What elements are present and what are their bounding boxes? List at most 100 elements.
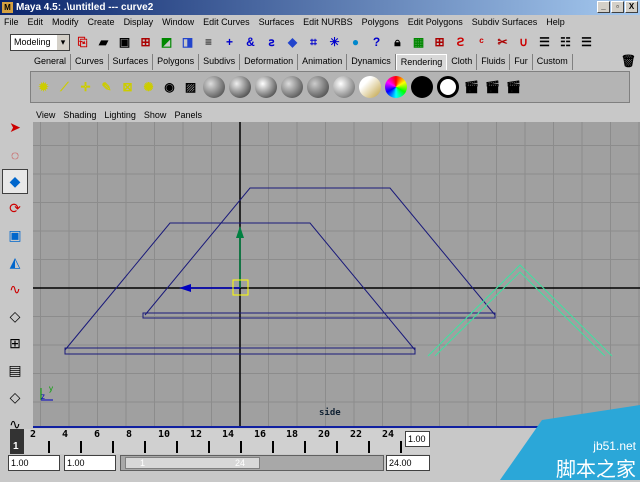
lasso-tool-icon[interactable]: ◌ (2, 142, 28, 167)
menu-help[interactable]: Help (546, 15, 565, 30)
snap-view-icon[interactable]: ◆ (284, 34, 301, 51)
snap-point-icon[interactable]: + (221, 34, 238, 51)
light-icon[interactable]: ✳ (326, 34, 343, 51)
single-view-icon[interactable]: ◇ (2, 304, 28, 329)
snap-curve-icon[interactable]: & (242, 34, 259, 51)
side-viewport[interactable]: y z side (33, 122, 640, 428)
playback-end-field[interactable]: 24.00 (386, 455, 430, 471)
snap-surface-icon[interactable]: ꙅ (263, 34, 280, 51)
lambert-ball-icon[interactable] (203, 76, 225, 98)
directional-light-icon[interactable]: ⟋ (56, 79, 73, 96)
phonge-ball-icon[interactable] (281, 76, 303, 98)
snap-grid-icon[interactable]: ≡ (200, 34, 217, 51)
graph-layout-icon[interactable]: ◇ (2, 385, 28, 410)
tab-fur[interactable]: Fur (510, 54, 533, 70)
tab-polygons[interactable]: Polygons (153, 54, 200, 70)
menu-surfaces[interactable]: Surfaces (259, 15, 295, 30)
ambient-light-icon[interactable]: ✹ (35, 79, 52, 96)
camera-icon[interactable]: ◉ (161, 79, 178, 96)
move-tool-icon[interactable]: ◆ (2, 169, 28, 194)
tab-rendering[interactable]: Rendering (395, 54, 448, 70)
select-tool-icon[interactable]: ➤ (2, 115, 28, 140)
start-time-field[interactable]: 1.00 (8, 455, 60, 471)
hypershade-shelf-icon[interactable]: ▨ (182, 79, 199, 96)
menu-polygons[interactable]: Polygons (362, 15, 399, 30)
menu-subdiv-surfaces[interactable]: Subdiv Surfaces (472, 15, 538, 30)
menu-window[interactable]: Window (162, 15, 194, 30)
area-light-icon[interactable]: ⊠ (119, 79, 136, 96)
layered-ball-icon[interactable] (333, 76, 355, 98)
menu-modify[interactable]: Modify (52, 15, 79, 30)
panel-menu-lighting[interactable]: Lighting (104, 108, 136, 122)
tab-subdivs[interactable]: Subdivs (199, 54, 241, 70)
use-background-icon[interactable] (437, 76, 459, 98)
current-time-field[interactable]: 1.00 (405, 431, 430, 447)
move-manipulator[interactable] (179, 226, 249, 296)
tab-fluids[interactable]: Fluids (477, 54, 511, 70)
anisotropic-ball-icon[interactable] (307, 76, 329, 98)
range-slider-handle[interactable]: 1 24 (125, 457, 260, 469)
blinn-ball-icon[interactable] (229, 76, 251, 98)
panel-menu-panels[interactable]: Panels (174, 108, 202, 122)
spot-light-icon[interactable]: ✎ (98, 79, 115, 96)
four-view-icon[interactable]: ⊞ (2, 331, 28, 356)
tab-curves[interactable]: Curves (71, 54, 109, 70)
menu-edit[interactable]: Edit (28, 15, 44, 30)
tab-deformation[interactable]: Deformation (240, 54, 299, 70)
attribute-editor-icon[interactable]: ⊞ (431, 34, 448, 51)
phong-ball-icon[interactable] (255, 76, 277, 98)
menu-file[interactable]: File (4, 15, 19, 30)
channel-icon[interactable]: ✂ (494, 34, 511, 51)
save-scene-icon[interactable]: ▣ (116, 34, 133, 51)
surface-shader-icon[interactable] (411, 76, 433, 98)
ipr-render-icon[interactable]: 🎬︎ (484, 79, 501, 96)
render-icon[interactable]: ● (347, 34, 364, 51)
lock-icon[interactable]: 🔒︎ (389, 34, 406, 51)
maximize-button[interactable]: ▫ (611, 1, 624, 13)
trash-icon[interactable]: 🗑︎ (620, 52, 637, 69)
menu-edit-nurbs[interactable]: Edit NURBS (303, 15, 353, 30)
tool-settings-icon[interactable]: ☰ (578, 34, 595, 51)
help-icon[interactable]: ? (368, 34, 385, 51)
layer-editor-icon[interactable]: ☷ (557, 34, 574, 51)
outliner-layout-icon[interactable]: ▤ (2, 358, 28, 383)
volume-light-icon[interactable]: ✺ (140, 79, 157, 96)
select-object-icon[interactable]: ◩ (158, 34, 175, 51)
scale-tool-icon[interactable]: ▣ (2, 223, 28, 248)
batch-render-icon[interactable]: 🎬︎ (505, 79, 522, 96)
tab-surfaces[interactable]: Surfaces (109, 54, 154, 70)
tab-general[interactable]: General (30, 54, 72, 70)
channel-box-icon[interactable]: ☰ (536, 34, 553, 51)
playback-start-field[interactable]: 1.00 (64, 455, 116, 471)
time-slider[interactable]: 1 2 4 6 8 10 12 14 16 18 20 22 24 (10, 429, 430, 454)
range-slider[interactable]: 1 24 (120, 455, 384, 471)
shading-map-icon[interactable] (385, 76, 407, 98)
ipr-icon[interactable]: ▦ (410, 34, 427, 51)
tab-animation[interactable]: Animation (298, 54, 348, 70)
menu-create[interactable]: Create (88, 15, 115, 30)
tab-cloth[interactable]: Cloth (447, 54, 478, 70)
menu-display[interactable]: Display (124, 15, 154, 30)
mode-select[interactable]: Modeling (10, 33, 70, 51)
connect-icon[interactable]: ᶜ (473, 34, 490, 51)
panel-menu-view[interactable]: View (36, 108, 55, 122)
history-icon[interactable]: ⌗ (305, 34, 322, 51)
tab-dynamics[interactable]: Dynamics (347, 54, 396, 70)
rotate-tool-icon[interactable]: ⟳ (2, 196, 28, 221)
select-hierarchy-icon[interactable]: ⊞ (137, 34, 154, 51)
select-component-icon[interactable]: ◨ (179, 34, 196, 51)
new-scene-icon[interactable]: ⎘ (74, 34, 91, 51)
menu-edit-curves[interactable]: Edit Curves (203, 15, 250, 30)
panel-menu-show[interactable]: Show (144, 108, 167, 122)
ramp-ball-icon[interactable] (359, 76, 381, 98)
tab-custom[interactable]: Custom (533, 54, 573, 70)
manipulator-tool-icon[interactable]: ◭ (2, 250, 28, 275)
last-tool-icon[interactable]: ∿ (2, 277, 28, 302)
menu-edit-polygons[interactable]: Edit Polygons (408, 15, 463, 30)
panel-menu-shading[interactable]: Shading (63, 108, 96, 122)
open-scene-icon[interactable]: ▰ (95, 34, 112, 51)
render-view-icon[interactable]: 🎬︎ (463, 79, 480, 96)
hypershade-icon[interactable]: ϩ (452, 34, 469, 51)
magnet-icon[interactable]: ∪ (515, 34, 532, 51)
minimize-button[interactable]: _ (597, 1, 610, 13)
